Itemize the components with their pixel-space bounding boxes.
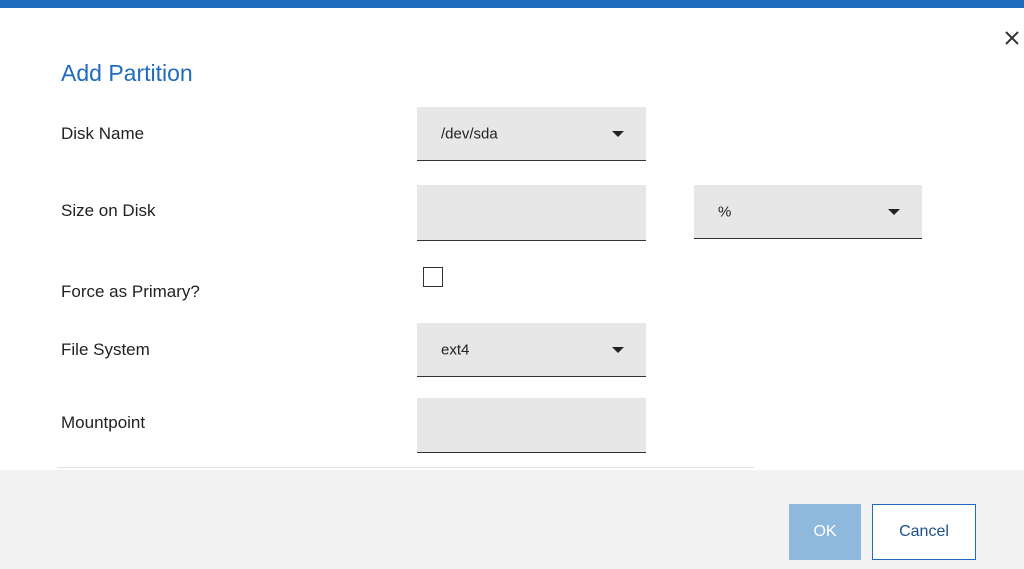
form-divider	[57, 467, 754, 468]
file-system-select[interactable]: ext4	[417, 323, 646, 377]
size-unit-value: %	[718, 203, 732, 220]
file-system-value: ext4	[441, 341, 470, 358]
force-primary-label: Force as Primary?	[61, 282, 200, 301]
chevron-down-icon	[612, 346, 624, 353]
close-icon[interactable]	[1003, 29, 1021, 47]
size-unit-select[interactable]: %	[694, 185, 922, 239]
disk-name-value: /dev/sda	[441, 125, 498, 142]
dialog-accent-bar	[0, 0, 1024, 8]
ok-button[interactable]: OK	[789, 504, 861, 560]
mountpoint-input[interactable]	[417, 398, 646, 453]
disk-name-label: Disk Name	[61, 124, 145, 143]
file-system-label: File System	[61, 340, 150, 359]
chevron-down-icon	[612, 130, 624, 137]
force-primary-checkbox[interactable]	[423, 267, 443, 287]
disk-name-select[interactable]: /dev/sda	[417, 107, 646, 161]
size-on-disk-label: Size on Disk	[61, 201, 156, 220]
dialog-title: Add Partition	[61, 60, 193, 86]
add-partition-dialog: Add Partition Disk Name /dev/sda Size on…	[0, 0, 1024, 569]
size-on-disk-input[interactable]	[417, 185, 646, 241]
chevron-down-icon	[888, 208, 900, 215]
mountpoint-label: Mountpoint	[61, 413, 146, 432]
cancel-button[interactable]: Cancel	[872, 504, 976, 560]
dialog-footer	[0, 470, 1024, 569]
